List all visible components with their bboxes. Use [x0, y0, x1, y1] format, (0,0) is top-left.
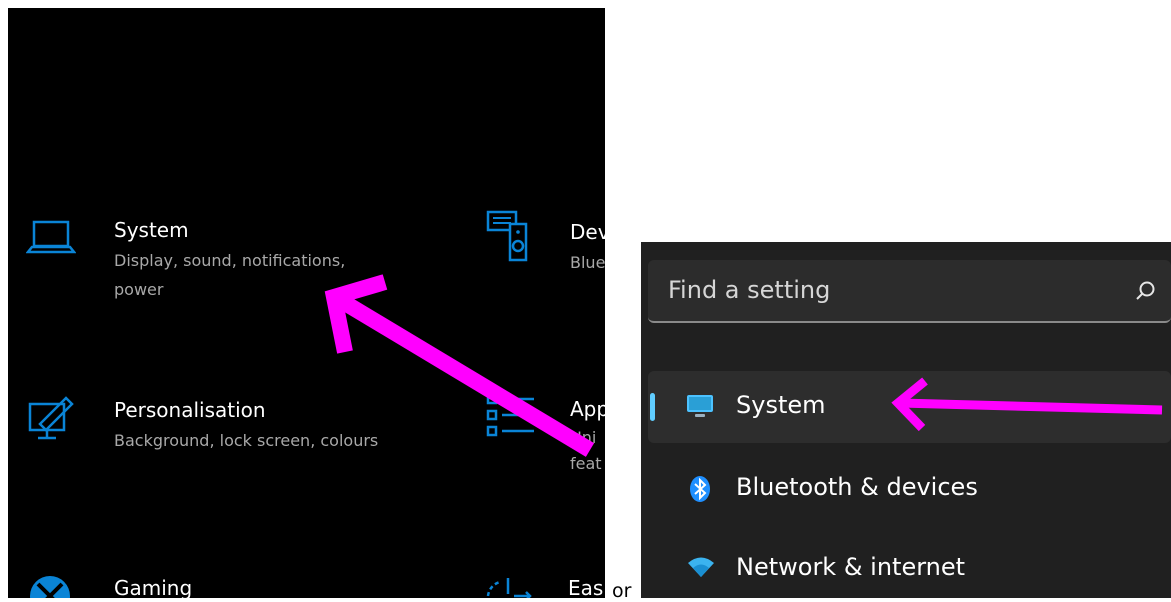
windows11-settings-panel: Find a setting System Bluetooth & device…	[641, 242, 1171, 598]
active-indicator	[650, 393, 655, 421]
apps-icon	[486, 393, 534, 437]
wifi-icon	[688, 557, 714, 577]
w10-item-title: Personalisation	[114, 398, 266, 422]
sidebar-item-label: Network & internet	[736, 553, 966, 581]
search-icon[interactable]	[1135, 280, 1157, 302]
bluetooth-icon	[690, 476, 710, 502]
w10-item-description: Blue	[570, 253, 605, 272]
or-separator-text: or	[612, 580, 632, 602]
windows10-settings-panel: System Display, sound, notifications, po…	[8, 8, 605, 598]
sidebar-item-network-internet[interactable]: Network & internet	[648, 533, 1171, 598]
sidebar-item-system[interactable]: System	[648, 371, 1171, 443]
w10-item-title: Dev	[570, 220, 605, 244]
sidebar-item-label: System	[736, 391, 826, 419]
w10-item-title: Eas	[568, 576, 604, 598]
w10-item-title: Gaming	[114, 576, 193, 598]
w10-item-description: Uni feat	[570, 428, 602, 473]
laptop-icon	[26, 220, 76, 254]
w10-item-description: Display, sound, notifications, power	[114, 251, 346, 299]
ease-of-access-icon	[486, 578, 532, 598]
xbox-icon	[30, 576, 70, 598]
devices-icon	[486, 210, 528, 262]
w10-item-title: System	[114, 218, 189, 242]
search-input[interactable]: Find a setting	[648, 260, 1171, 323]
w10-item-title: App	[570, 397, 605, 421]
monitor-icon	[687, 395, 713, 417]
sidebar-item-bluetooth-devices[interactable]: Bluetooth & devices	[648, 453, 1171, 525]
search-placeholder: Find a setting	[668, 276, 831, 304]
sidebar-item-label: Bluetooth & devices	[736, 473, 978, 501]
w10-item-description: Background, lock screen, colours	[114, 431, 379, 450]
personalisation-icon	[28, 396, 74, 440]
